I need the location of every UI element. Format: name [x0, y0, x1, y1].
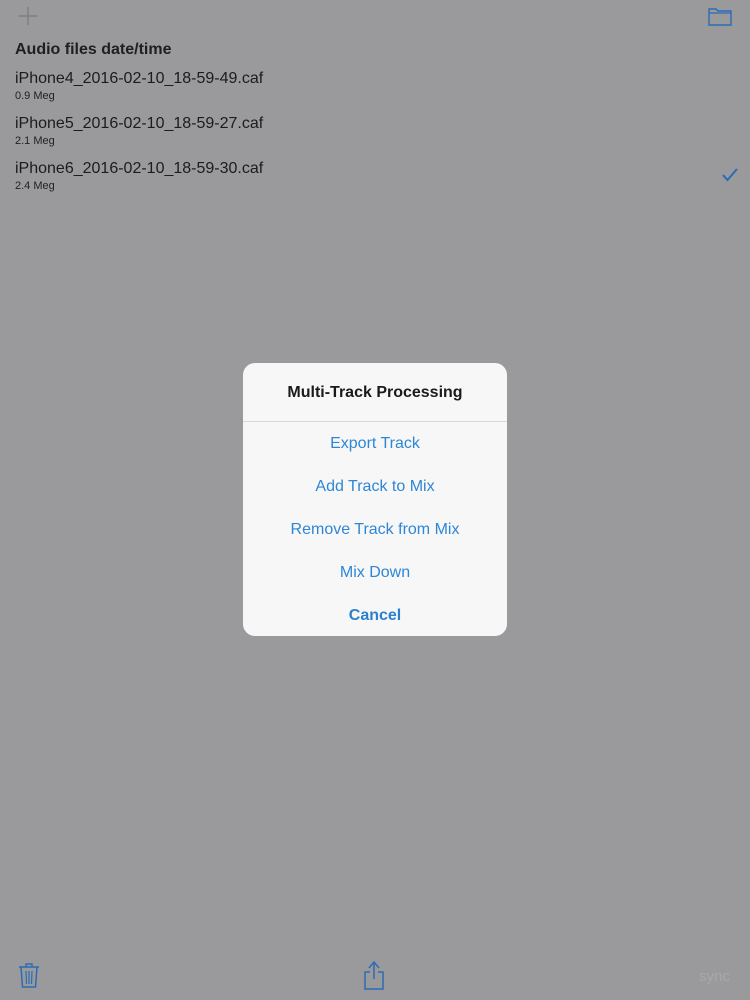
mix-down-button[interactable]: Mix Down	[243, 551, 507, 594]
sync-button[interactable]: sync	[699, 968, 730, 985]
share-icon[interactable]	[363, 960, 385, 990]
remove-track-from-mix-button[interactable]: Remove Track from Mix	[243, 508, 507, 551]
export-track-button[interactable]: Export Track	[243, 422, 507, 465]
folder-icon[interactable]	[708, 6, 732, 26]
dialog-title: Multi-Track Processing	[243, 363, 507, 422]
dialog-actions: Export Track Add Track to Mix Remove Tra…	[243, 422, 507, 636]
cancel-button[interactable]: Cancel	[243, 594, 507, 636]
file-list: iPhone4_2016-02-10_18-59-49.caf 0.9 Meg …	[0, 66, 750, 201]
checkmark-icon	[722, 168, 738, 182]
plus-icon[interactable]	[18, 6, 38, 26]
add-track-to-mix-button[interactable]: Add Track to Mix	[243, 465, 507, 508]
list-header: Audio files date/time	[15, 41, 172, 58]
file-size: 2.1 Meg	[15, 135, 55, 147]
file-name: iPhone5_2016-02-10_18-59-27.caf	[15, 115, 264, 132]
file-row[interactable]: iPhone4_2016-02-10_18-59-49.caf 0.9 Meg	[0, 68, 750, 111]
file-row[interactable]: iPhone5_2016-02-10_18-59-27.caf 2.1 Meg	[0, 113, 750, 156]
action-sheet-dialog: Multi-Track Processing Export Track Add …	[243, 363, 507, 636]
file-row[interactable]: iPhone6_2016-02-10_18-59-30.caf 2.4 Meg	[0, 158, 750, 201]
file-size: 2.4 Meg	[15, 180, 55, 192]
trash-icon[interactable]	[18, 962, 40, 988]
file-size: 0.9 Meg	[15, 90, 55, 102]
file-name: iPhone4_2016-02-10_18-59-49.caf	[15, 70, 264, 87]
bottom-toolbar: sync	[0, 954, 750, 1000]
top-toolbar	[0, 0, 750, 34]
file-name: iPhone6_2016-02-10_18-59-30.caf	[15, 160, 264, 177]
